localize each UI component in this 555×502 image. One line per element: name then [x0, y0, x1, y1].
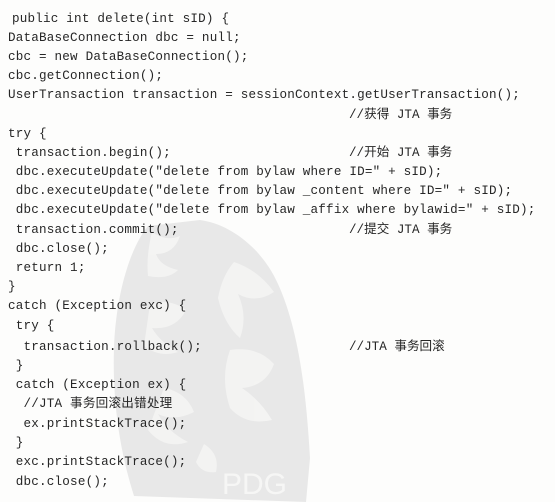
code-line: dbc.executeUpdate("delete from bylaw _co… — [8, 184, 513, 198]
book-page: PDG public int delete(int sID) { DataBas… — [0, 0, 555, 502]
code-line: transaction.begin(); — [8, 146, 171, 160]
code-line: try { — [8, 319, 55, 333]
code-line: } — [8, 280, 16, 294]
code-line: //JTA 事务回滚出错处理 — [8, 397, 173, 411]
code-line: public int delete(int sID) { — [12, 12, 230, 26]
code-line: DataBaseConnection dbc = null; — [8, 31, 241, 45]
code-listing: public int delete(int sID) { DataBaseCon… — [0, 0, 555, 502]
code-line: cbc.getConnection(); — [8, 69, 164, 83]
code-line: return 1; — [8, 261, 86, 275]
code-line: dbc.executeUpdate("delete from bylaw whe… — [8, 165, 443, 179]
comment-begin-jta: //开始 JTA 事务 — [349, 146, 453, 160]
code-line: exc.printStackTrace(); — [8, 455, 187, 469]
code-line: } — [8, 359, 24, 373]
code-line: dbc.executeUpdate("delete from bylaw _af… — [8, 203, 536, 217]
code-line: ex.printStackTrace(); — [8, 417, 187, 431]
code-line: dbc.close(); — [8, 475, 109, 489]
code-line: transaction.commit(); — [8, 223, 179, 237]
code-line: dbc.close(); — [8, 242, 109, 256]
code-line: UserTransaction transaction = sessionCon… — [8, 88, 520, 102]
code-line: transaction.rollback(); — [8, 340, 202, 354]
code-line: catch (Exception exc) { — [8, 299, 187, 313]
comment-rollback-jta: //JTA 事务回滚 — [349, 340, 445, 354]
code-line: try { — [8, 127, 47, 141]
code-line: } — [8, 436, 24, 450]
code-line: cbc = new DataBaseConnection(); — [8, 50, 249, 64]
comment-get-jta: //获得 JTA 事务 — [349, 108, 453, 122]
code-line: catch (Exception ex) { — [8, 378, 187, 392]
comment-commit-jta: //提交 JTA 事务 — [349, 223, 453, 237]
